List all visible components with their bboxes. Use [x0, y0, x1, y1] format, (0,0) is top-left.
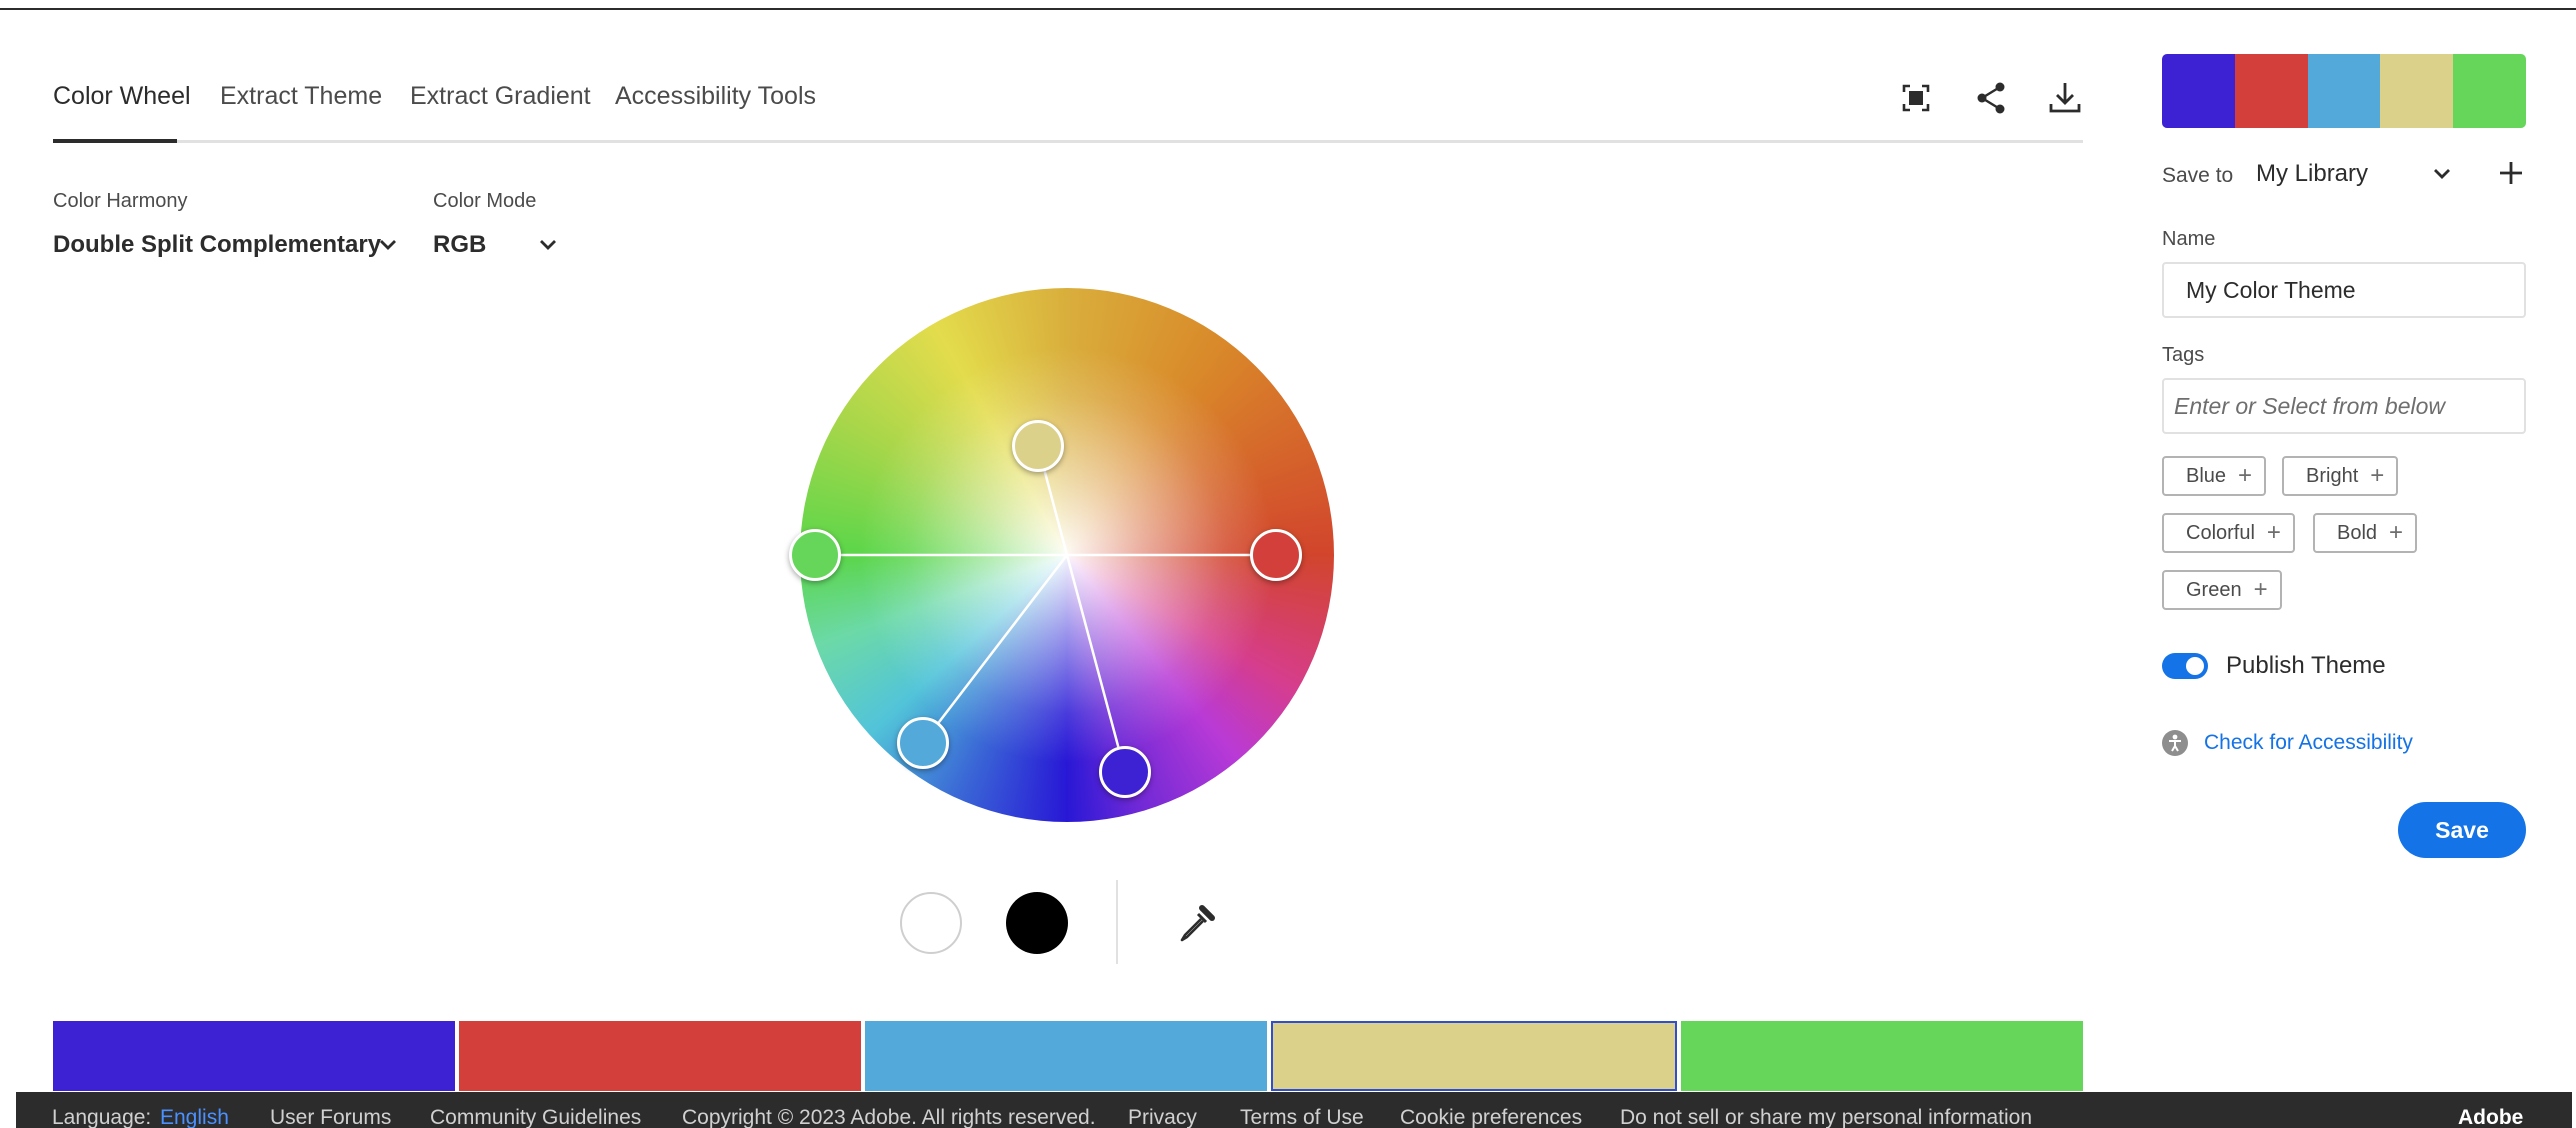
footer-language-link[interactable]: English — [160, 1106, 229, 1128]
plus-icon: + — [2238, 462, 2253, 489]
swatch-3[interactable] — [865, 1021, 1267, 1091]
chevron-down-icon[interactable] — [376, 233, 400, 257]
theme-color-1 — [2162, 54, 2235, 128]
publish-theme-label: Publish Theme — [2226, 652, 2386, 679]
footer-link-terms[interactable]: Terms of Use — [1240, 1106, 1364, 1128]
save-button[interactable]: Save — [2398, 802, 2526, 858]
publish-toggle[interactable] — [2162, 653, 2208, 679]
library-dropdown[interactable]: My Library — [2256, 160, 2368, 188]
tags-label: Tags — [2162, 344, 2205, 366]
tools-divider — [1116, 880, 1118, 964]
footer-link-guidelines[interactable]: Community Guidelines — [430, 1106, 641, 1128]
footer-link-privacy[interactable]: Privacy — [1128, 1106, 1197, 1128]
handle-indigo[interactable] — [1099, 746, 1151, 798]
handle-base-yellow[interactable] — [1012, 420, 1064, 472]
tag-colorful[interactable]: Colorful + — [2162, 513, 2295, 553]
footer-copyright: Copyright © 2023 Adobe. All rights reser… — [682, 1106, 1096, 1128]
download-icon[interactable] — [2045, 78, 2085, 118]
white-color-button[interactable] — [900, 892, 962, 954]
chevron-down-icon[interactable] — [2430, 162, 2454, 186]
footer-language-label: Language: — [52, 1106, 152, 1128]
plus-icon: + — [2370, 462, 2385, 489]
fullscreen-icon[interactable] — [1896, 78, 1936, 118]
share-icon[interactable] — [1971, 78, 2011, 118]
color-mode-label: Color Mode — [433, 190, 537, 212]
tab-extract-gradient[interactable]: Extract Gradient — [410, 82, 591, 111]
name-label: Name — [2162, 228, 2216, 250]
swatch-4[interactable] — [1271, 1021, 1677, 1091]
theme-preview — [2162, 54, 2526, 128]
tag-green[interactable]: Green + — [2162, 570, 2282, 610]
footer-link-do-not-sell[interactable]: Do not sell or share my personal informa… — [1620, 1106, 2032, 1128]
mode-tabs: Color Wheel Extract Theme Extract Gradie… — [53, 70, 2083, 143]
tab-accessibility-tools[interactable]: Accessibility Tools — [615, 82, 816, 111]
footer: Language: English User Forums Community … — [16, 1092, 2572, 1128]
tag-bright[interactable]: Bright + — [2282, 456, 2399, 496]
check-accessibility-link[interactable]: Check for Accessibility — [2204, 731, 2413, 755]
color-harmony-label: Color Harmony — [53, 190, 188, 212]
adobe-logo[interactable]: Adobe — [2458, 1106, 2523, 1128]
active-tab-indicator — [53, 139, 177, 143]
swatch-row — [53, 1021, 2083, 1091]
color-wheel[interactable] — [789, 288, 1334, 822]
plus-icon: + — [2389, 519, 2404, 546]
save-to-label: Save to — [2162, 164, 2234, 187]
theme-color-4 — [2380, 54, 2454, 128]
theme-name-input[interactable] — [2162, 262, 2526, 318]
eyedropper-icon[interactable] — [1174, 900, 1220, 946]
black-color-button[interactable] — [1006, 892, 1068, 954]
top-border — [0, 8, 2576, 10]
swatch-1[interactable] — [53, 1021, 455, 1091]
tag-blue[interactable]: Blue + — [2162, 456, 2267, 496]
chevron-down-icon[interactable] — [536, 233, 560, 257]
footer-link-cookies[interactable]: Cookie preferences — [1400, 1106, 1582, 1128]
tab-extract-theme[interactable]: Extract Theme — [220, 82, 382, 111]
accessibility-icon — [2162, 730, 2188, 756]
handle-green[interactable] — [789, 529, 841, 581]
color-harmony-dropdown[interactable]: Double Split Complementary — [53, 231, 381, 259]
handle-blue[interactable] — [897, 717, 949, 769]
tab-color-wheel[interactable]: Color Wheel — [53, 82, 191, 111]
color-mode-dropdown[interactable]: RGB — [433, 231, 486, 259]
tags-input[interactable] — [2162, 378, 2526, 434]
swatch-2[interactable] — [459, 1021, 861, 1091]
theme-color-3 — [2307, 54, 2381, 128]
toggle-knob — [2186, 657, 2204, 675]
theme-color-2 — [2234, 54, 2308, 128]
swatch-5[interactable] — [1681, 1021, 2083, 1091]
footer-link-forums[interactable]: User Forums — [270, 1106, 391, 1128]
add-library-icon[interactable] — [2496, 158, 2526, 188]
tag-bold[interactable]: Bold + — [2313, 513, 2418, 553]
handle-red[interactable] — [1250, 529, 1302, 581]
plus-icon: + — [2253, 576, 2268, 603]
plus-icon: + — [2266, 519, 2281, 546]
theme-color-5 — [2453, 54, 2526, 128]
